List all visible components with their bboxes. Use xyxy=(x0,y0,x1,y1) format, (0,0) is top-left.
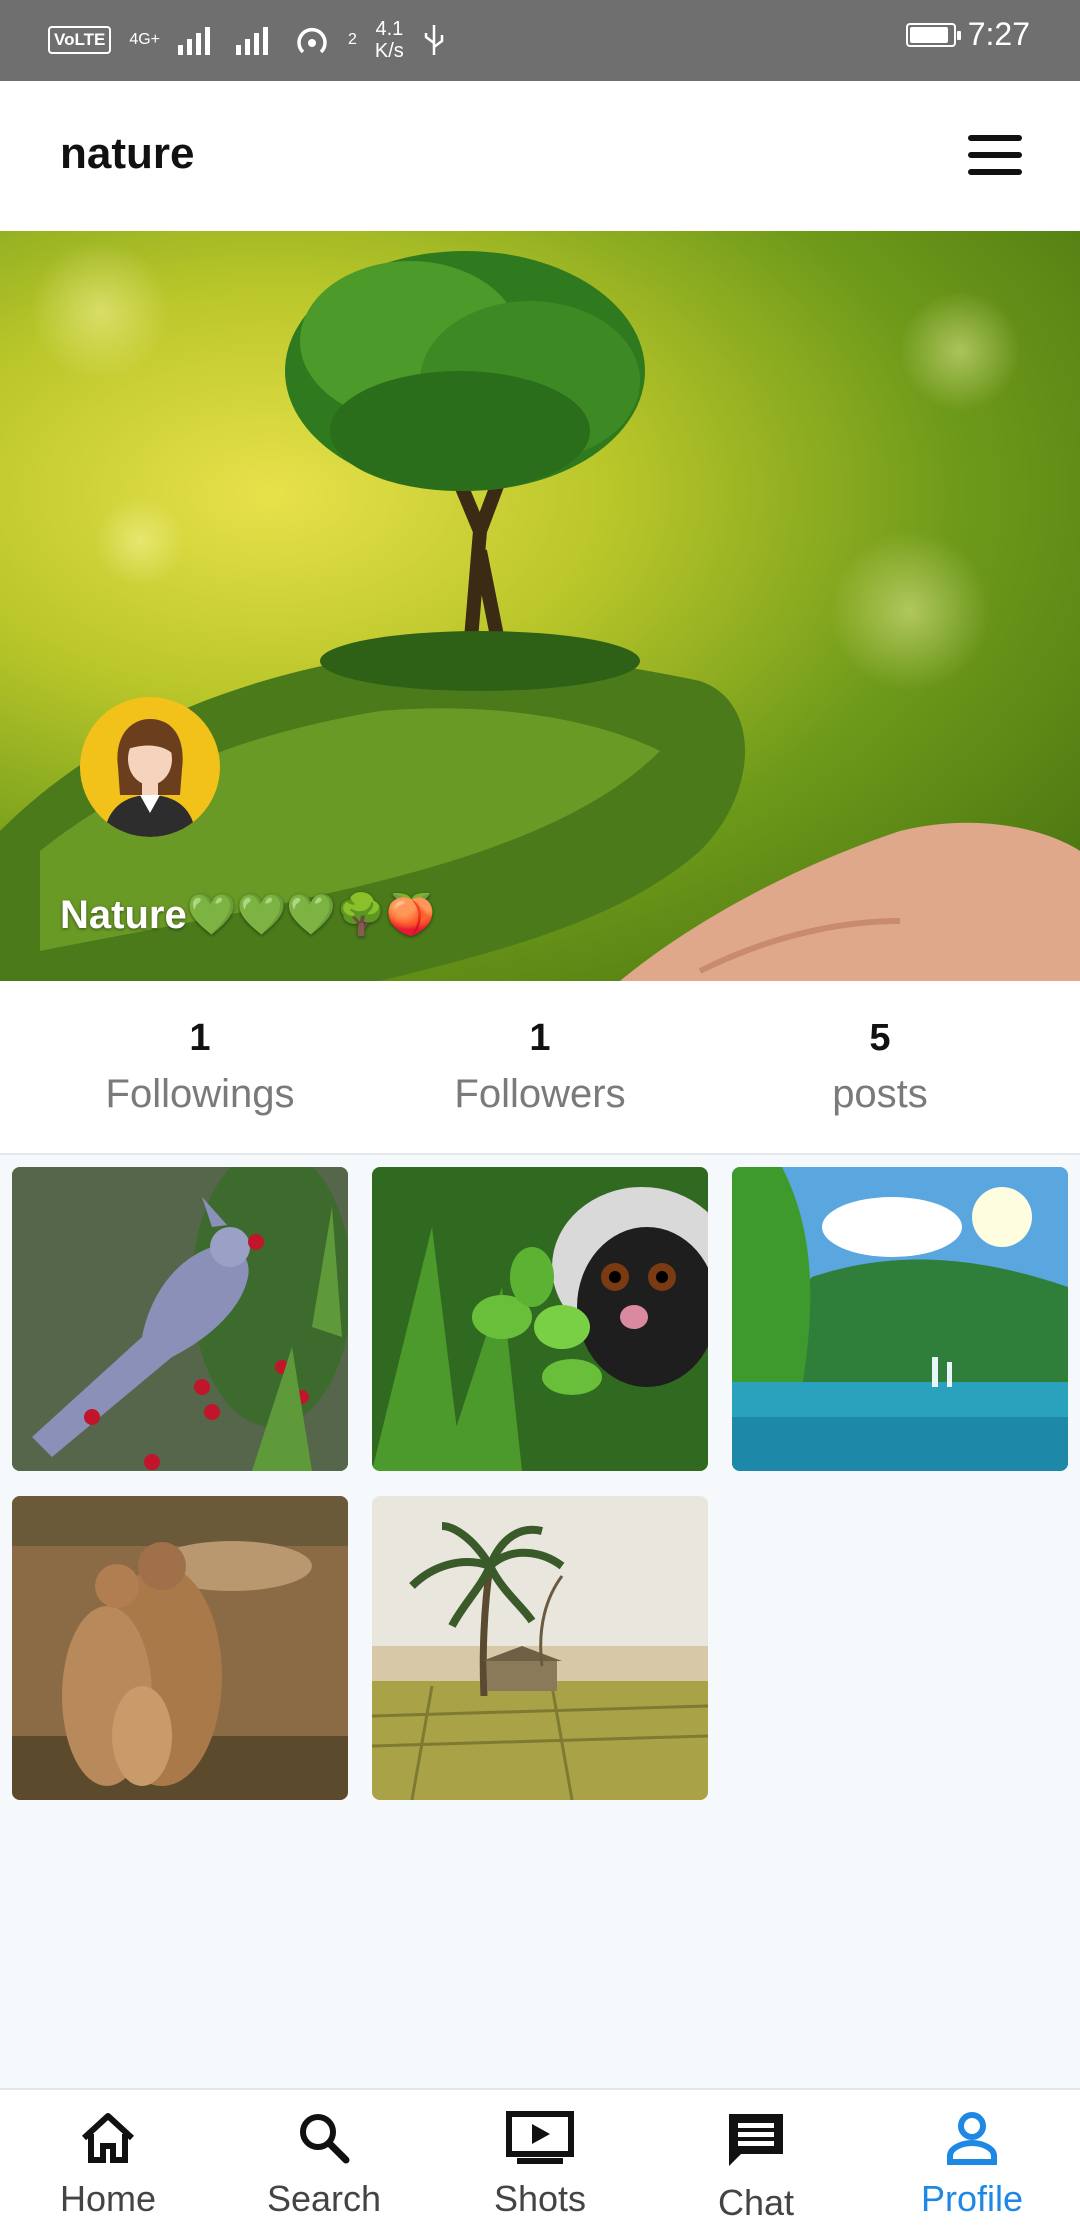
post-thumbnail-palm-field[interactable] xyxy=(372,1496,708,1800)
monkey-photo xyxy=(372,1167,708,1471)
page-title: nature xyxy=(60,129,195,178)
post-thumbnail-bird[interactable] xyxy=(12,1167,348,1471)
nav-search[interactable]: Search xyxy=(216,2110,432,2220)
tree-in-hands-illustration xyxy=(0,241,1080,981)
post-thumbnail-prairie-dogs[interactable] xyxy=(12,1496,348,1800)
bottom-navigation: Home Search Shots Chat Profile xyxy=(0,2088,1080,2240)
stat-value: 5 xyxy=(869,1017,891,1059)
nav-home[interactable]: Home xyxy=(0,2110,216,2220)
stat-followings[interactable]: 1 Followings xyxy=(50,1017,350,1117)
chat-icon xyxy=(729,2114,783,2166)
stat-label: Followings xyxy=(105,1072,295,1116)
speed-unit: K/s xyxy=(374,40,404,62)
nav-shots[interactable]: Shots xyxy=(432,2110,648,2220)
nav-label: Profile xyxy=(920,2178,1024,2219)
signal-icon xyxy=(178,27,210,55)
hotspot-icon xyxy=(297,27,327,54)
stat-label: Followers xyxy=(454,1072,626,1116)
nav-label: Chat xyxy=(717,2182,795,2223)
lake-photo xyxy=(732,1167,1068,1471)
woman-avatar-icon xyxy=(104,719,196,837)
post-thumbnail-lake[interactable] xyxy=(732,1167,1068,1471)
menu-button[interactable] xyxy=(968,135,1024,179)
hamburger-icon xyxy=(968,135,1022,141)
nav-chat[interactable]: Chat xyxy=(648,2110,864,2224)
network-type: 4G+ xyxy=(129,31,160,48)
nav-label: Home xyxy=(59,2178,157,2219)
nav-profile[interactable]: Profile xyxy=(864,2110,1080,2220)
palm-tree-field-photo xyxy=(372,1496,708,1800)
cover-image: Nature💚💚💚🌳🍑 xyxy=(0,231,1080,981)
stat-value: 1 xyxy=(529,1017,551,1059)
profile-display-name: Nature💚💚💚🌳🍑 xyxy=(60,893,436,937)
speed-value: 4.1 xyxy=(375,18,404,40)
stat-posts[interactable]: 5 posts xyxy=(730,1017,1030,1117)
signal-2-icon xyxy=(236,27,268,55)
profile-icon xyxy=(947,2112,997,2165)
prairie-dogs-photo xyxy=(12,1496,348,1800)
stat-label: posts xyxy=(832,1072,928,1116)
nav-label: Shots xyxy=(493,2178,587,2219)
profile-stats: 1 Followings 1 Followers 5 posts xyxy=(0,981,1080,1155)
app-header: nature xyxy=(0,81,1080,231)
post-thumbnail-monkey[interactable] xyxy=(372,1167,708,1471)
hotspot-count: 2 xyxy=(348,31,357,48)
video-icon xyxy=(506,2111,574,2164)
search-icon xyxy=(300,2114,350,2164)
avatar[interactable] xyxy=(80,697,220,837)
stat-value: 1 xyxy=(189,1017,211,1059)
nav-label: Search xyxy=(266,2178,382,2219)
stat-followers[interactable]: 1 Followers xyxy=(390,1017,690,1117)
usb-icon xyxy=(424,25,444,55)
network-speed: 4.1 K/s xyxy=(375,18,404,62)
status-bar: VoLTE 4G+ 2 4.1 K/s 7:27 xyxy=(0,0,1080,81)
volte-indicator: VoLTE xyxy=(48,26,112,54)
battery-icon xyxy=(905,22,961,47)
clock: 7:27 xyxy=(967,16,1030,52)
bird-photo xyxy=(12,1167,348,1471)
home-icon xyxy=(81,2113,135,2163)
